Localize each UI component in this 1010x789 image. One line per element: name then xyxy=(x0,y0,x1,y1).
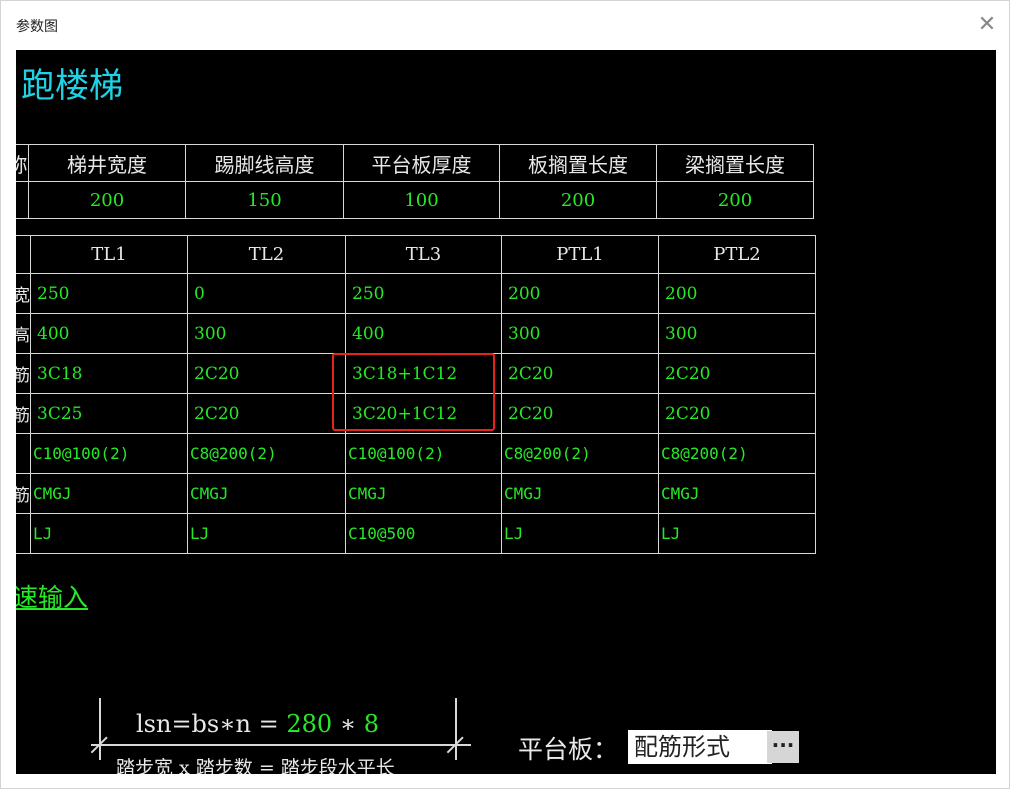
table-cell[interactable]: 3C18 xyxy=(30,353,188,394)
header-tl1: TL1 xyxy=(30,235,188,274)
header-platform-thickness: 平台板厚度 xyxy=(343,144,500,182)
more-options-button[interactable]: ··· xyxy=(767,731,799,763)
table-cell[interactable]: 200 xyxy=(501,273,659,314)
header-tl2: TL2 xyxy=(187,235,346,274)
title-bar: 参数图 ✕ xyxy=(1,1,1009,49)
table-cell[interactable]: 2C20 xyxy=(501,353,659,394)
value-stairwell-width[interactable]: 200 xyxy=(28,181,186,219)
table-cell[interactable]: CMGJ xyxy=(30,473,188,514)
header-skirting-height: 踢脚线高度 xyxy=(185,144,344,182)
table-cell[interactable]: C10@100(2) xyxy=(345,433,502,474)
formula-description: 踏步宽 x 踏步数 = 踏步段水平长 xyxy=(116,757,395,774)
formula-lhs: lsn=bs∗n = xyxy=(136,710,287,738)
platform-label: 平台板： xyxy=(518,735,619,764)
table-cell[interactable]: C10@100(2) xyxy=(30,433,188,474)
stair-param-table: 称 梯井宽度 踢脚线高度 平台板厚度 板搁置长度 梁搁置长度 200 150 1… xyxy=(16,144,814,219)
table-cell[interactable]: LJ xyxy=(658,513,816,554)
header-stairwell-width: 梯井宽度 xyxy=(28,144,186,182)
table-cell[interactable]: C10@500 xyxy=(345,513,502,554)
page-title: 跑楼梯 xyxy=(21,66,123,106)
table-cell[interactable]: LJ xyxy=(501,513,659,554)
table-cell[interactable]: 300 xyxy=(187,313,346,354)
table-cell[interactable]: 2C20 xyxy=(658,353,816,394)
row-label xyxy=(16,433,31,474)
table-header-row: 称 梯井宽度 踢脚线高度 平台板厚度 板搁置长度 梁搁置长度 xyxy=(16,144,814,182)
header-ptl2: PTL2 xyxy=(658,235,816,274)
table-cell[interactable]: CMGJ xyxy=(501,473,659,514)
value-slab-bearing[interactable]: 200 xyxy=(499,181,657,219)
table-cell[interactable]: 3C18+1C12 xyxy=(345,353,502,394)
table-cell[interactable]: 250 xyxy=(30,273,188,314)
table-cell[interactable]: 400 xyxy=(345,313,502,354)
table-cell[interactable]: C8@200(2) xyxy=(187,433,346,474)
table-header-row: TL1 TL2 TL3 PTL1 PTL2 xyxy=(16,235,816,274)
close-icon[interactable]: ✕ xyxy=(973,11,1001,39)
table-cell[interactable]: CMGJ xyxy=(345,473,502,514)
dimension-line xyxy=(99,698,101,760)
table-row: 筋 CMGJ CMGJ CMGJ CMGJ CMGJ xyxy=(16,473,816,514)
row-label: 宽 xyxy=(16,273,31,314)
value-cell[interactable] xyxy=(16,181,29,219)
dimension-line xyxy=(455,698,457,760)
quick-input-link[interactable]: 速输入 xyxy=(16,578,88,614)
row-label xyxy=(16,513,31,554)
header-cell: 称 xyxy=(16,144,29,182)
table-cell[interactable]: 2C20 xyxy=(501,393,659,434)
table-cell[interactable]: 200 xyxy=(658,273,816,314)
table-cell[interactable]: 250 xyxy=(345,273,502,314)
table-cell[interactable]: 0 xyxy=(187,273,346,314)
parameter-canvas: 跑楼梯 称 梯井宽度 踢脚线高度 平台板厚度 板搁置长度 梁搁置长度 200 1… xyxy=(16,50,996,774)
table-cell[interactable]: LJ xyxy=(30,513,188,554)
table-cell[interactable]: CMGJ xyxy=(658,473,816,514)
row-label: 筋 xyxy=(16,393,31,434)
header-beam-bearing: 梁搁置长度 xyxy=(656,144,814,182)
header-tl3: TL3 xyxy=(345,235,502,274)
table-cell[interactable]: C8@200(2) xyxy=(501,433,659,474)
table-cell[interactable]: 400 xyxy=(30,313,188,354)
table-cell[interactable]: CMGJ xyxy=(187,473,346,514)
table-row: 宽 250 0 250 200 200 xyxy=(16,273,816,314)
table-value-row: 200 150 100 200 200 xyxy=(16,181,814,219)
value-skirting-height[interactable]: 150 xyxy=(185,181,344,219)
row-label: 筋 xyxy=(16,473,31,514)
window-title: 参数图 xyxy=(16,19,58,35)
header-ptl1: PTL1 xyxy=(501,235,659,274)
formula-times: ∗ xyxy=(332,710,364,738)
value-beam-bearing[interactable]: 200 xyxy=(656,181,814,219)
formula-text: lsn=bs∗n = 280 ∗ 8 xyxy=(136,710,379,738)
table-cell[interactable]: 2C20 xyxy=(658,393,816,434)
header-cell xyxy=(16,235,31,274)
table-cell[interactable]: 3C20+1C12 xyxy=(345,393,502,434)
table-cell[interactable]: C8@200(2) xyxy=(658,433,816,474)
table-cell[interactable]: LJ xyxy=(187,513,346,554)
parameter-dialog: 参数图 ✕ 跑楼梯 称 梯井宽度 踢脚线高度 平台板厚度 板搁置长度 梁搁置长度… xyxy=(0,0,1010,789)
table-row: 筋 3C25 2C20 3C20+1C12 2C20 2C20 xyxy=(16,393,816,434)
header-slab-bearing: 板搁置长度 xyxy=(499,144,657,182)
table-cell[interactable]: 3C25 xyxy=(30,393,188,434)
dimension-line xyxy=(91,744,471,746)
table-row: 高 400 300 400 300 300 xyxy=(16,313,816,354)
step-width-value[interactable]: 280 xyxy=(286,710,332,738)
row-label: 筋 xyxy=(16,353,31,394)
table-cell[interactable]: 2C20 xyxy=(187,393,346,434)
table-row: LJ LJ C10@500 LJ LJ xyxy=(16,513,816,554)
formula-dimension: lsn=bs∗n = 280 ∗ 8 踏步宽 x 踏步数 = 踏步段水平长 xyxy=(90,698,471,774)
table-row: 筋 3C18 2C20 3C18+1C12 2C20 2C20 xyxy=(16,353,816,394)
step-count-value[interactable]: 8 xyxy=(364,710,379,738)
table-cell[interactable]: 300 xyxy=(658,313,816,354)
value-platform-thickness[interactable]: 100 xyxy=(343,181,500,219)
table-cell[interactable]: 2C20 xyxy=(187,353,346,394)
beam-param-table: TL1 TL2 TL3 PTL1 PTL2 宽 250 0 250 200 20… xyxy=(16,235,816,554)
table-cell[interactable]: 300 xyxy=(501,313,659,354)
row-label: 高 xyxy=(16,313,31,354)
table-row: C10@100(2) C8@200(2) C10@100(2) C8@200(2… xyxy=(16,433,816,474)
platform-rebar-field[interactable]: 配筋形式 xyxy=(628,730,772,764)
